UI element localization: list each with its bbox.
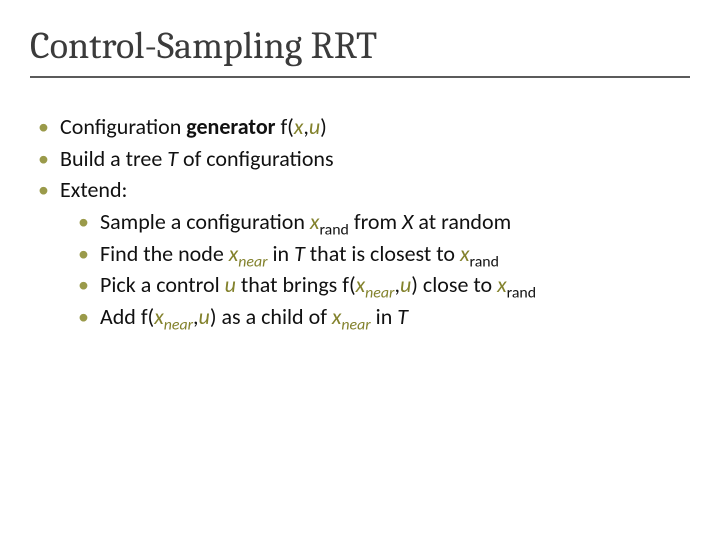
- bullet-item: Extend: Sample a configuration xrand fro…: [38, 175, 690, 331]
- sub-bullet-item: Add f(xnear,u) as a child of xnear in T: [78, 302, 690, 332]
- var-u: u: [225, 271, 236, 298]
- text: from: [349, 208, 402, 235]
- sub-bullet-list: Sample a configuration xrand from X at r…: [60, 207, 690, 332]
- slide-body: Configuration generator f(x,u) Build a t…: [30, 112, 690, 332]
- slide: Control-Sampling RRT Configuration gener…: [0, 0, 720, 540]
- text: Extend:: [60, 176, 127, 203]
- sub-bullet-item: Sample a configuration xrand from X at r…: [78, 207, 690, 237]
- text: Add f(: [100, 303, 154, 330]
- var-x: x: [332, 303, 342, 330]
- text: Sample a configuration: [100, 208, 310, 235]
- subscript: near: [164, 316, 193, 335]
- sub-bullet-item: Find the node xnear in T that is closest…: [78, 239, 690, 269]
- slide-title: Control-Sampling RRT: [30, 24, 690, 70]
- text: in: [371, 303, 398, 330]
- var-x: x: [294, 113, 304, 140]
- var-x: x: [356, 271, 366, 298]
- text: Pick a control: [100, 271, 225, 298]
- var-T: T: [294, 240, 305, 267]
- var-x: x: [154, 303, 164, 330]
- text: that brings f(: [236, 271, 356, 298]
- subscript: near: [341, 316, 370, 335]
- text: in: [268, 240, 295, 267]
- text: ): [320, 113, 327, 140]
- text: at random: [413, 208, 511, 235]
- text: Build a tree: [60, 145, 167, 172]
- bullet-list: Configuration generator f(x,u) Build a t…: [30, 112, 690, 332]
- subscript: rand: [319, 220, 348, 239]
- bullet-item: Configuration generator f(x,u): [38, 112, 690, 142]
- text: of configurations: [178, 145, 334, 172]
- sub-bullet-item: Pick a control u that brings f(xnear,u) …: [78, 270, 690, 300]
- var-x: x: [229, 240, 239, 267]
- text-bold: generator: [186, 113, 275, 140]
- var-x: x: [497, 271, 507, 298]
- var-T: T: [167, 145, 178, 172]
- var-u: u: [309, 113, 320, 140]
- text: ) close to: [411, 271, 497, 298]
- text: f(: [275, 113, 293, 140]
- var-u: u: [199, 303, 210, 330]
- title-rule: [30, 76, 690, 78]
- var-T: T: [397, 303, 408, 330]
- text: ) as a child of: [210, 303, 332, 330]
- text: Find the node: [100, 240, 229, 267]
- text: Configuration: [60, 113, 186, 140]
- bullet-item: Build a tree T of configurations: [38, 144, 690, 174]
- var-u: u: [400, 271, 411, 298]
- subscript: near: [365, 284, 394, 303]
- subscript: rand: [507, 284, 536, 303]
- text: that is closest to: [305, 240, 460, 267]
- var-x: x: [460, 240, 470, 267]
- var-X: X: [402, 208, 413, 235]
- subscript: near: [238, 252, 267, 271]
- subscript: rand: [470, 252, 499, 271]
